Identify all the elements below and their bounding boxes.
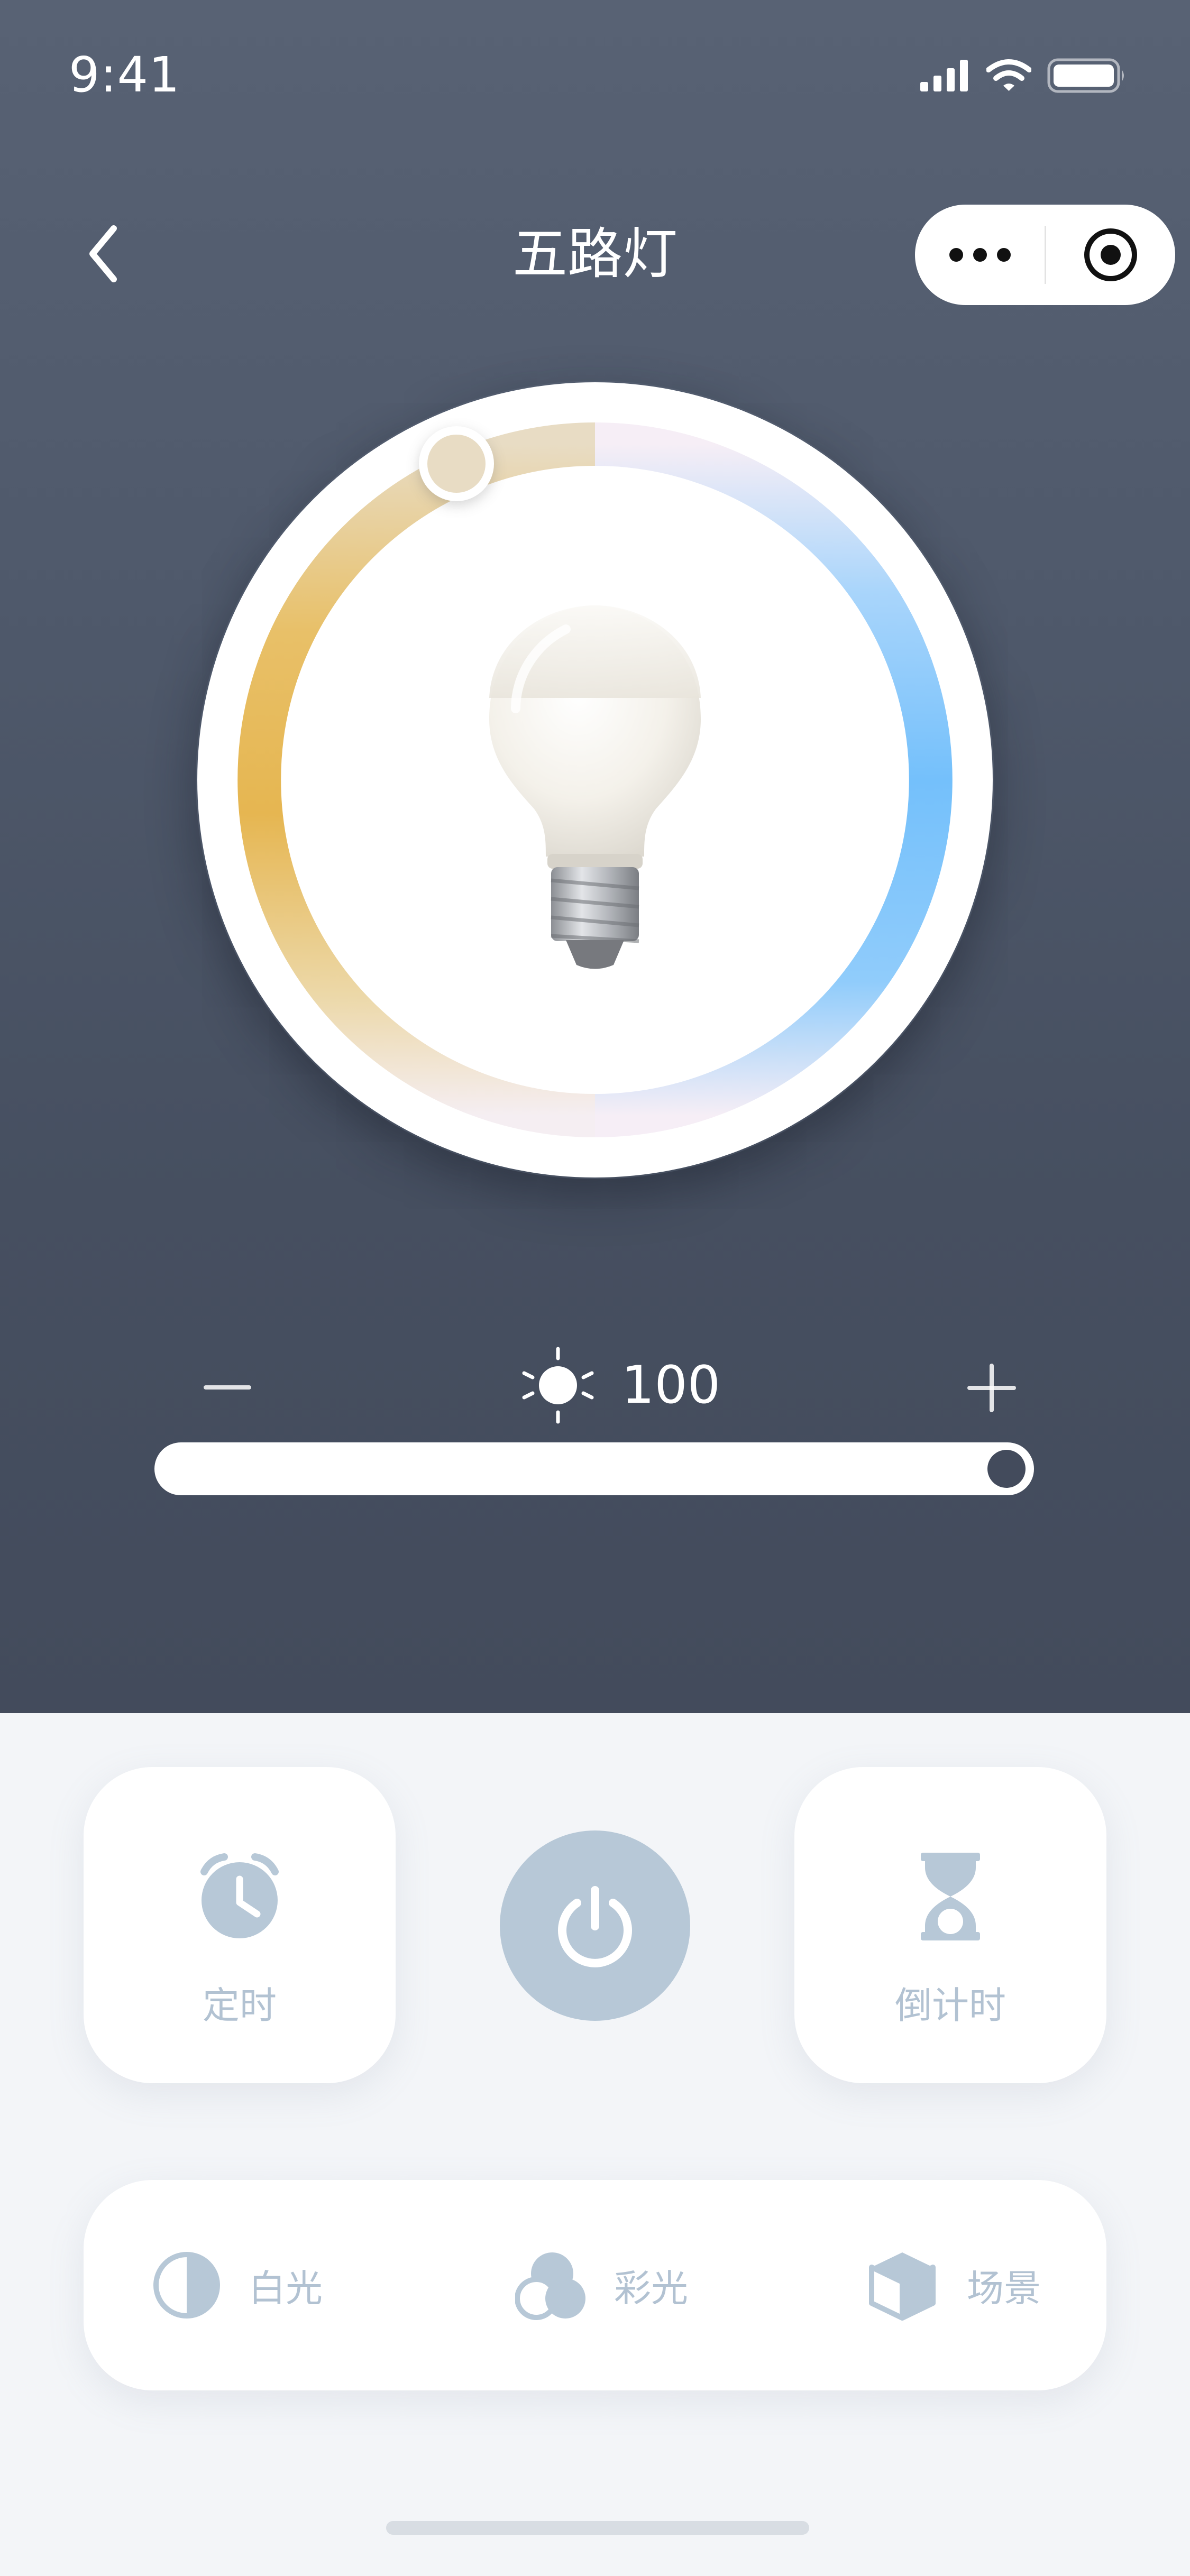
signal-icon xyxy=(920,60,968,91)
brightness-value: 100 xyxy=(621,1355,721,1415)
hourglass-icon-wrap xyxy=(794,1849,1106,1944)
brightness-slider[interactable] xyxy=(154,1442,1034,1495)
dial-graphic xyxy=(197,382,993,1177)
timer-button[interactable]: 定时 xyxy=(84,1767,396,2083)
temperature-knob[interactable] xyxy=(419,426,494,501)
wifi-icon xyxy=(986,59,1031,91)
timer-label: 定时 xyxy=(203,1984,277,2027)
target-icon xyxy=(1084,228,1137,281)
status-time: 9:41 xyxy=(69,47,180,103)
minus-icon xyxy=(204,1385,251,1390)
more-icon xyxy=(949,248,1011,262)
alarm-clock-icon xyxy=(200,1853,279,1938)
temperature-knob-fill xyxy=(427,435,486,493)
countdown-button[interactable]: 倒计时 xyxy=(794,1767,1106,2083)
mini-program-capsule xyxy=(915,205,1175,305)
cube-icon xyxy=(869,2252,936,2321)
status-icons xyxy=(920,57,1127,94)
more-button[interactable] xyxy=(915,205,1045,305)
brightness-decrease-button[interactable] xyxy=(201,1364,254,1412)
mode-color-light[interactable]: 彩光 xyxy=(515,2180,688,2390)
half-circle-icon xyxy=(153,2252,220,2319)
mode-scene[interactable]: 场景 xyxy=(865,2180,1041,2390)
battery-icon xyxy=(1047,58,1124,93)
plus-icon xyxy=(967,1364,1016,1412)
alarm-clock-icon-wrap xyxy=(84,1849,396,1944)
mode-scene-label: 场景 xyxy=(967,2266,1041,2310)
power-button[interactable] xyxy=(500,1830,690,2021)
mode-white-label: 白光 xyxy=(249,2266,323,2310)
mode-white-light[interactable]: 白光 xyxy=(152,2180,323,2390)
close-button[interactable] xyxy=(1046,205,1175,305)
brightness-slider-thumb[interactable] xyxy=(987,1450,1026,1488)
mode-selector: 白光 彩光 场景 xyxy=(84,2180,1106,2390)
mode-color-label: 彩光 xyxy=(614,2266,688,2310)
brightness-increase-button[interactable] xyxy=(965,1361,1018,1414)
sun-icon xyxy=(522,1347,594,1424)
brightness-readout: 100 xyxy=(521,1346,720,1425)
device-header-panel: 9:41 五路灯 100 xyxy=(0,0,1190,1713)
color-temperature-dial[interactable] xyxy=(196,381,994,1179)
color-circles-icon xyxy=(515,2252,585,2320)
home-indicator xyxy=(386,2521,809,2535)
countdown-label: 倒计时 xyxy=(895,1984,1006,2027)
hourglass-icon xyxy=(921,1853,980,1940)
power-icon xyxy=(558,1886,632,1967)
